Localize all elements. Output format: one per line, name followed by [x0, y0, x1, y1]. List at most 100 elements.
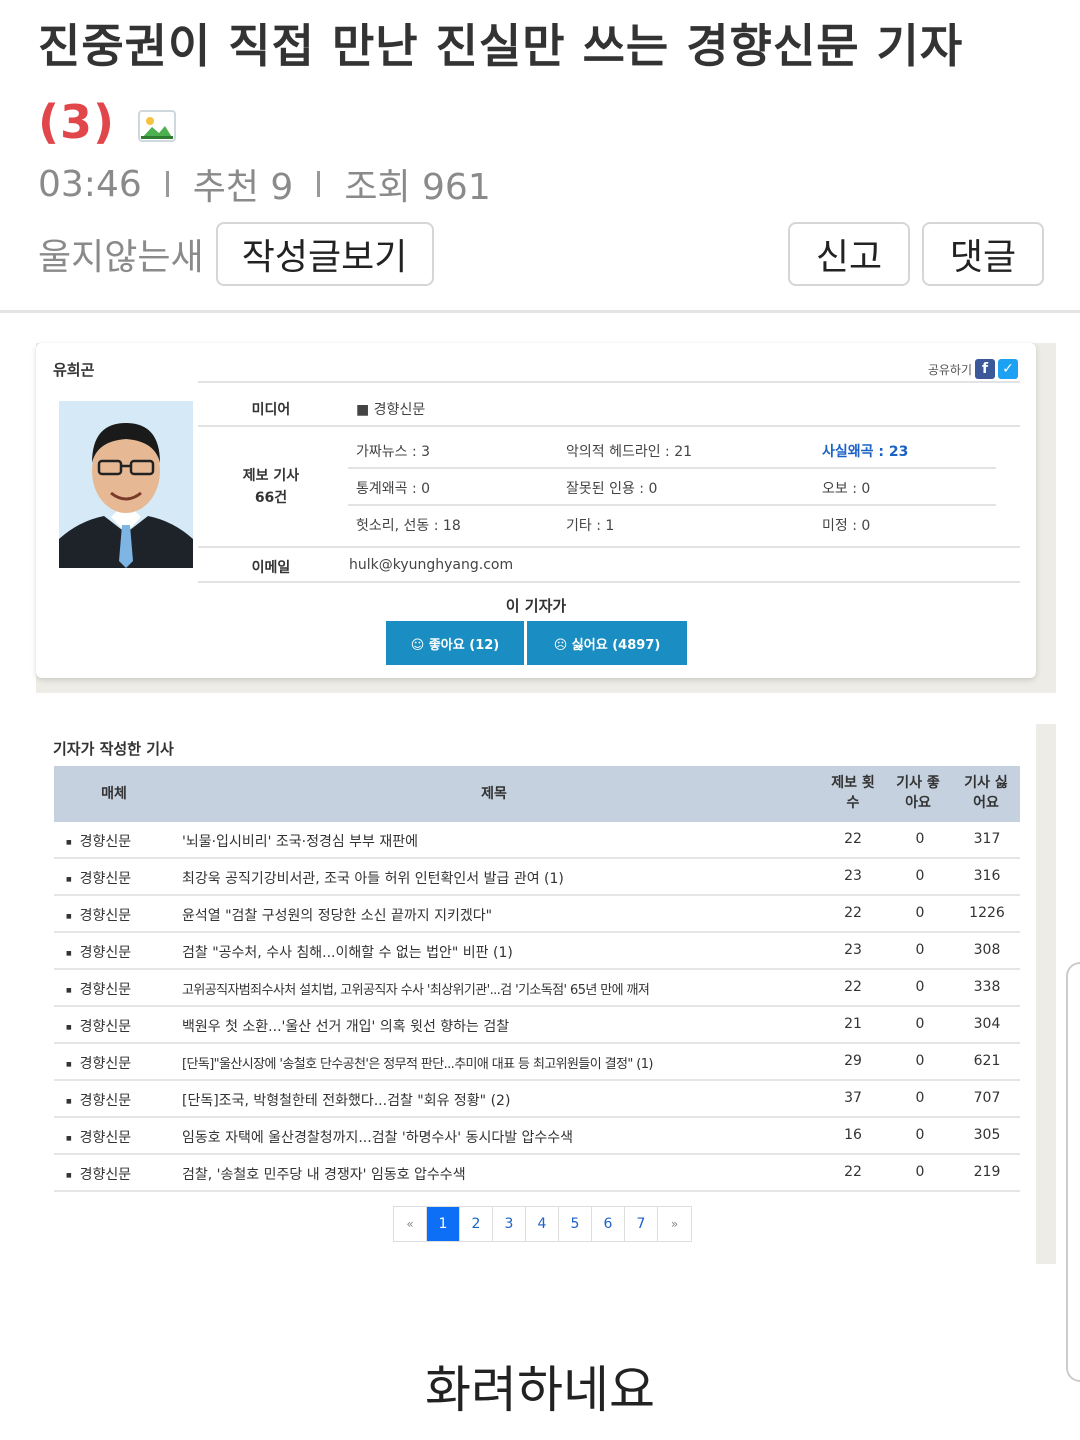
row-title[interactable]: 임동호 자택에 울산경찰청까지...검찰 '하명수사' 동시다발 압수수색 [182, 1127, 573, 1147]
row-likes: 0 [915, 868, 925, 884]
header-title: 제목 [481, 786, 507, 802]
header-divider [0, 310, 1080, 313]
twitter-icon[interactable]: ✓ [998, 359, 1018, 379]
row-dislikes: 219 [973, 1164, 1001, 1180]
stat-distortion: 사실왜곡 : 23 [822, 444, 909, 460]
table-row[interactable]: 경향신문 '뇌물·입시비리' 조국·정경심 부부 재판에 22 0 317 [54, 822, 1020, 859]
table-header: 매체 제목 제보 횟수 기사 좋아요 기사 싫어요 [54, 766, 1020, 822]
image-icon [138, 109, 177, 142]
row-reports: 22 [844, 831, 862, 847]
row-media: 경향신문 [66, 868, 132, 888]
report-count: 66건 [254, 490, 288, 506]
stat-etc: 기타 : 1 [566, 518, 615, 534]
profile-divider [198, 581, 1020, 583]
table-row[interactable]: 경향신문 임동호 자택에 울산경찰청까지...검찰 '하명수사' 동시다발 압수… [54, 1118, 1020, 1155]
view-count: 조회 961 [344, 167, 491, 208]
articles-image: 기자가 작성한 기사 매체 제목 제보 횟수 기사 좋아요 기사 싫어요 경향신… [36, 724, 1056, 1264]
table-row[interactable]: 경향신문 [단독]조국, 박형철한테 전화했다...검찰 "회유 정황" (2)… [54, 1081, 1020, 1118]
media-value[interactable]: ■ 경향신문 [356, 399, 425, 419]
header-reports: 제보 횟수 [831, 775, 875, 811]
row-media: 경향신문 [66, 1127, 132, 1147]
row-title[interactable]: 윤석열 "검찰 구성원의 정당한 소신 끝까지 지키겠다" [182, 905, 492, 925]
row-reports: 23 [844, 942, 862, 958]
view-posts-button[interactable]: 작성글보기 [215, 222, 434, 286]
reporter-profile-image: 유희곤 공유하기 f ✓ 미디어 ■ 경향신문 제보 기사 66건 가짜뉴스:… [36, 343, 1056, 693]
reaction-title: 이 기자가 [505, 597, 567, 615]
stat-undecided: 미정 : 0 [822, 518, 871, 534]
row-title[interactable]: 검찰, '송철호 민주당 내 경쟁자' 임동호 압수수색 [182, 1164, 466, 1184]
row-dislikes: 621 [973, 1053, 1001, 1069]
row-likes: 0 [915, 942, 925, 958]
row-reports: 22 [844, 905, 862, 921]
row-reports: 22 [844, 1164, 862, 1180]
row-media: 경향신문 [66, 1090, 132, 1110]
page-6[interactable]: 6 [592, 1207, 625, 1241]
row-title[interactable]: '뇌물·입시비리' 조국·정경심 부부 재판에 [182, 831, 418, 851]
page-1[interactable]: 1 [427, 1207, 460, 1241]
like-button[interactable]: ☺ 좋아요 (12) [386, 621, 524, 665]
row-likes: 0 [915, 905, 925, 921]
facebook-icon[interactable]: f [975, 359, 995, 379]
media-label: 미디어 [251, 402, 291, 418]
page-prev[interactable]: « [394, 1207, 427, 1241]
recommend-count: 추천 9 [192, 167, 294, 208]
scroll-handle[interactable] [1066, 962, 1080, 1382]
page-5[interactable]: 5 [559, 1207, 592, 1241]
table-row[interactable]: 경향신문 최강욱 공직기강비서관, 조국 아들 허위 인턴확인서 발급 관여 (… [54, 859, 1020, 896]
row-title[interactable]: [단독]"울산시장에 '송철호 단수공천'은 정무적 판단...추미애 대표 등… [182, 1053, 654, 1072]
row-dislikes: 305 [973, 1127, 1001, 1143]
page-next[interactable]: » [658, 1207, 691, 1241]
stat-nonsense: 헛소리, 선동 : 18 [356, 518, 461, 534]
reporter-name: 유희곤 [53, 361, 95, 379]
reporter-photo [59, 401, 193, 568]
comment-button[interactable]: 댓글 [922, 222, 1044, 286]
reporter-profile-card: 유희곤 공유하기 f ✓ 미디어 ■ 경향신문 제보 기사 66건 가짜뉴스:… [36, 343, 1036, 678]
row-likes: 0 [915, 1053, 925, 1069]
row-title[interactable]: 검찰 "공수처, 수사 침해...이해할 수 없는 법안" 비판 (1) [182, 942, 513, 962]
row-likes: 0 [915, 831, 925, 847]
table-row[interactable]: 경향신문 윤석열 "검찰 구성원의 정당한 소신 끝까지 지키겠다" 22 0 … [54, 896, 1020, 933]
header-media: 매체 [101, 786, 127, 802]
row-title[interactable]: [단독]조국, 박형철한테 전화했다...검찰 "회유 정황" (2) [182, 1090, 510, 1110]
table-row[interactable]: 경향신문 검찰 "공수처, 수사 침해...이해할 수 없는 법안" 비판 (1… [54, 933, 1020, 970]
report-button[interactable]: 신고 [788, 222, 910, 286]
table-row[interactable]: 경향신문 [단독]"울산시장에 '송철호 단수공천'은 정무적 판단...추미애… [54, 1044, 1020, 1081]
table-row[interactable]: 경향신문 고위공직자범죄수사처 설치법, 고위공직자 수사 '최상위기관'...… [54, 970, 1020, 1007]
profile-divider [198, 546, 1020, 548]
share-label: 공유하기 [927, 362, 972, 377]
row-dislikes: 707 [973, 1090, 1001, 1106]
row-likes: 0 [915, 1016, 925, 1032]
page-4[interactable]: 4 [526, 1207, 559, 1241]
profile-divider [198, 425, 1020, 427]
articles-card: 기자가 작성한 기사 매체 제목 제보 횟수 기사 좋아요 기사 싫어요 경향신… [36, 724, 1036, 1264]
email-value[interactable]: hulk@kyunghyang.com [349, 557, 513, 573]
author-name[interactable]: 울지않는새 [38, 228, 204, 280]
row-reports: 16 [844, 1127, 862, 1143]
header-likes: 기사 좋아요 [896, 775, 940, 811]
stat-divider [348, 504, 996, 506]
row-title[interactable]: 최강욱 공직기강비서관, 조국 아들 허위 인턴확인서 발급 관여 (1) [182, 868, 564, 888]
row-dislikes: 317 [973, 831, 1001, 847]
report-label-text: 제보 기사 [242, 468, 300, 484]
table-row[interactable]: 경향신문 백원우 첫 소환...'울산 선거 개입' 의혹 윗선 향하는 검찰 … [54, 1007, 1020, 1044]
table-row[interactable]: 경향신문 검찰, '송철호 민주당 내 경쟁자' 임동호 압수수색 22 0 2… [54, 1155, 1020, 1192]
row-title[interactable]: 고위공직자범죄수사처 설치법, 고위공직자 수사 '최상위기관'...검 '기소… [182, 979, 650, 998]
row-media: 경향신문 [66, 942, 132, 962]
stat-misreport: 오보 : 0 [822, 481, 871, 497]
row-reports: 21 [844, 1016, 862, 1032]
comment-count[interactable]: (3) [38, 95, 115, 149]
row-dislikes: 338 [973, 979, 1001, 995]
row-likes: 0 [915, 1127, 925, 1143]
email-label: 이메일 [251, 560, 291, 576]
page-3[interactable]: 3 [493, 1207, 526, 1241]
post-title-text: 진중권이 직접 만난 진실만 쓰는 경향신문 기자 [38, 19, 964, 73]
pagination: « 1 2 3 4 5 6 7 » [393, 1206, 692, 1242]
page-7[interactable]: 7 [625, 1207, 658, 1241]
stat-malicious-headline: 악의적 헤드라인 : 21 [566, 444, 693, 460]
page-2[interactable]: 2 [460, 1207, 493, 1241]
row-title[interactable]: 백원우 첫 소환...'울산 선거 개입' 의혹 윗선 향하는 검찰 [182, 1016, 509, 1036]
dislike-button[interactable]: ☹ 싫어요 (4897) [527, 621, 687, 665]
stat-divider [348, 467, 996, 469]
profile-divider [198, 381, 1020, 383]
row-media: 경향신문 [66, 979, 132, 999]
